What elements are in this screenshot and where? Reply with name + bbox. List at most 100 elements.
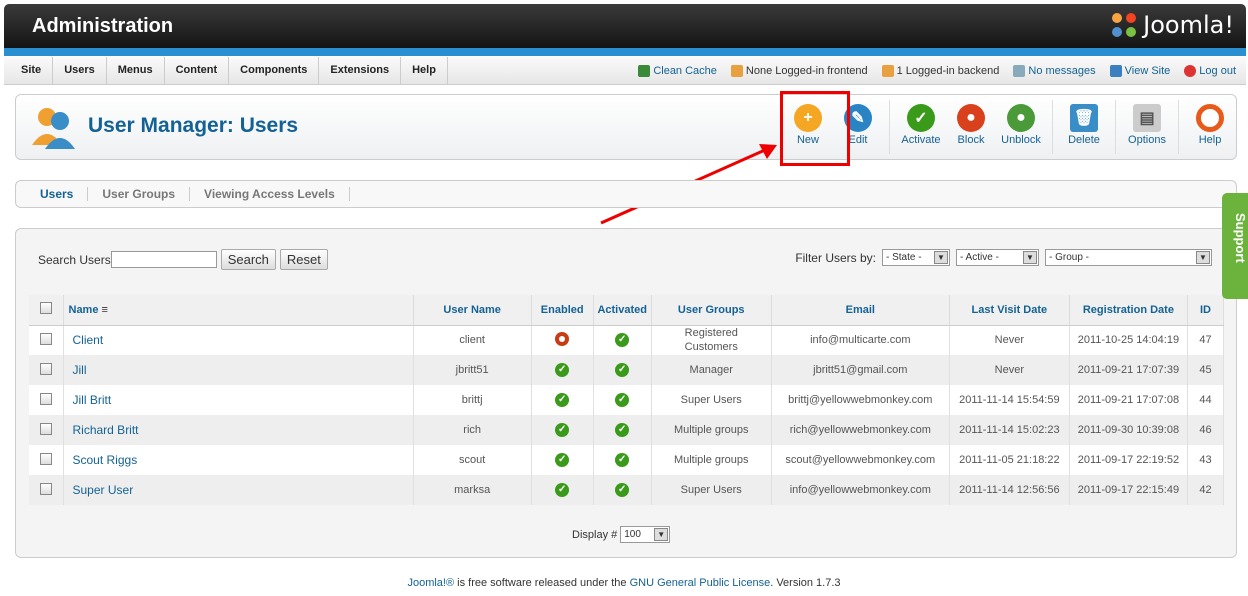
row-checkbox[interactable] bbox=[29, 355, 64, 385]
user-name-link[interactable]: Jill Britt bbox=[63, 385, 414, 415]
toolbar-separator bbox=[1178, 100, 1179, 154]
joomla-link[interactable]: Joomla!® bbox=[407, 577, 454, 589]
table-row: Scout Riggs scout ✓ ✓ Multiple groups scout@y… bbox=[29, 445, 1225, 475]
row-checkbox[interactable] bbox=[29, 445, 64, 475]
view-site-link[interactable]: View Site bbox=[1109, 57, 1170, 85]
last-visit-cell: 2011-11-14 15:54:59 bbox=[949, 385, 1070, 415]
id-cell: 42 bbox=[1187, 475, 1225, 505]
row-checkbox[interactable] bbox=[29, 475, 64, 505]
email-cell: info@multicarte.com bbox=[771, 325, 950, 355]
column-header[interactable]: Email bbox=[771, 295, 950, 326]
column-header[interactable]: Name ≡ bbox=[63, 295, 414, 326]
toolbar-separator bbox=[1052, 100, 1053, 154]
display-limit: Display # 100 ▼ bbox=[572, 526, 671, 543]
delete-button[interactable]: 🗑 Delete bbox=[1059, 97, 1109, 157]
user-name-link[interactable]: Scout Riggs bbox=[63, 445, 414, 475]
help-button[interactable]: Help bbox=[1185, 97, 1235, 157]
users-icon bbox=[32, 108, 75, 149]
lifebuoy-icon bbox=[1196, 104, 1224, 132]
menu-item-users[interactable]: Users bbox=[53, 57, 107, 85]
menu-item-site[interactable]: Site bbox=[10, 57, 54, 85]
activated-status[interactable]: ✓ bbox=[593, 445, 652, 475]
support-tab[interactable]: Support bbox=[1222, 193, 1248, 299]
license-link[interactable]: GNU General Public License bbox=[630, 577, 771, 589]
unblock-icon: ● bbox=[1007, 104, 1035, 132]
unblock-button[interactable]: ● Unblock bbox=[996, 97, 1046, 157]
limit-select[interactable]: 100 ▼ bbox=[620, 526, 671, 543]
header-accent bbox=[4, 48, 1246, 56]
row-checkbox[interactable] bbox=[29, 385, 64, 415]
enabled-toggle[interactable]: ✓ bbox=[531, 415, 594, 445]
user-name-link[interactable]: Client bbox=[63, 325, 414, 355]
column-header[interactable]: User Name bbox=[413, 295, 532, 326]
activated-status[interactable]: ✓ bbox=[593, 415, 652, 445]
menu-item-components[interactable]: Components bbox=[229, 57, 320, 85]
messages-link[interactable]: No messages bbox=[1013, 57, 1096, 85]
search-button[interactable]: Search bbox=[220, 249, 276, 270]
state-select[interactable]: - State - ▼ bbox=[882, 249, 950, 266]
registration-date-cell: 2011-09-17 22:15:49 bbox=[1069, 475, 1188, 505]
column-header[interactable]: User Groups bbox=[651, 295, 772, 326]
registration-date-cell: 2011-09-17 22:19:52 bbox=[1069, 445, 1188, 475]
email-cell: info@yellowwebmonkey.com bbox=[771, 475, 950, 505]
column-header[interactable]: Registration Date bbox=[1069, 295, 1188, 326]
activated-status[interactable]: ✓ bbox=[593, 475, 652, 505]
registration-date-cell: 2011-09-21 17:07:39 bbox=[1069, 355, 1188, 385]
menu-item-menus[interactable]: Menus bbox=[107, 57, 165, 85]
activated-status[interactable]: ✓ bbox=[593, 385, 652, 415]
table-row: Super User marksa ✓ ✓ Super Users info@yellow… bbox=[29, 475, 1225, 505]
email-cell: scout@yellowwebmonkey.com bbox=[771, 445, 950, 475]
enabled-toggle[interactable]: ✓ bbox=[531, 385, 594, 415]
column-header[interactable]: ID bbox=[1187, 295, 1225, 326]
row-checkbox[interactable] bbox=[29, 415, 64, 445]
column-header[interactable]: Enabled bbox=[531, 295, 594, 326]
user-groups-cell: Multiple groups bbox=[651, 415, 772, 445]
check-icon: ✓ bbox=[555, 393, 570, 407]
options-button[interactable]: ▤ Options bbox=[1122, 97, 1172, 157]
submenu-tabs: Users User Groups Viewing Access Levels bbox=[15, 180, 1237, 208]
group-select[interactable]: - Group - ▼ bbox=[1045, 249, 1212, 266]
column-header[interactable]: Last Visit Date bbox=[949, 295, 1070, 326]
enabled-toggle[interactable]: ✓ bbox=[531, 445, 594, 475]
table-row: Client client ✓ Registered Customers info@mu… bbox=[29, 325, 1225, 355]
user-name-link[interactable]: Jill bbox=[63, 355, 414, 385]
activate-button[interactable]: ✓ Activate bbox=[896, 97, 946, 157]
clean-cache-link[interactable]: Clean Cache bbox=[638, 57, 717, 85]
blocked-icon bbox=[555, 331, 570, 346]
tab-access-levels[interactable]: Viewing Access Levels bbox=[190, 187, 350, 201]
username-cell: brittj bbox=[413, 385, 532, 415]
chevron-down-icon: ▼ bbox=[1023, 251, 1037, 264]
check-icon: ✓ bbox=[615, 393, 630, 407]
frontend-status: None Logged-in frontend bbox=[730, 57, 868, 85]
reset-button[interactable]: Reset bbox=[279, 249, 328, 270]
active-select[interactable]: - Active - ▼ bbox=[956, 249, 1039, 266]
user-name-link[interactable]: Super User bbox=[63, 475, 414, 505]
status-bar: Clean Cache None Logged-in frontend 1 Lo… bbox=[638, 57, 1236, 85]
toolbar-buttons: + New ✎ Edit ✓ Activate ● Block ● Unblock 🗑 De… bbox=[783, 97, 1235, 157]
enabled-toggle[interactable] bbox=[531, 325, 594, 355]
menu-item-extensions[interactable]: Extensions bbox=[319, 57, 402, 85]
id-cell: 47 bbox=[1187, 325, 1225, 355]
activated-status[interactable]: ✓ bbox=[593, 355, 652, 385]
username-cell: client bbox=[413, 325, 532, 355]
id-cell: 43 bbox=[1187, 445, 1225, 475]
tab-user-groups[interactable]: User Groups bbox=[88, 187, 191, 201]
block-button[interactable]: ● Block bbox=[946, 97, 996, 157]
user-name-link[interactable]: Richard Britt bbox=[63, 415, 414, 445]
enabled-toggle[interactable]: ✓ bbox=[531, 355, 594, 385]
column-header[interactable]: Activated bbox=[593, 295, 652, 326]
row-checkbox[interactable] bbox=[29, 325, 64, 355]
activated-status[interactable]: ✓ bbox=[593, 325, 652, 355]
check-icon: ✓ bbox=[615, 423, 630, 437]
select-all-checkbox[interactable] bbox=[29, 295, 64, 326]
last-visit-cell: Never bbox=[949, 355, 1070, 385]
logout-link[interactable]: Log out bbox=[1184, 57, 1236, 85]
menu-item-content[interactable]: Content bbox=[165, 57, 230, 85]
tab-users[interactable]: Users bbox=[26, 187, 89, 201]
search-input[interactable] bbox=[110, 251, 217, 268]
enabled-toggle[interactable]: ✓ bbox=[531, 475, 594, 505]
menu-item-help[interactable]: Help bbox=[401, 57, 448, 85]
app-title: Administration bbox=[32, 15, 174, 37]
last-visit-cell: Never bbox=[949, 325, 1070, 355]
check-icon: ✓ bbox=[907, 104, 935, 132]
